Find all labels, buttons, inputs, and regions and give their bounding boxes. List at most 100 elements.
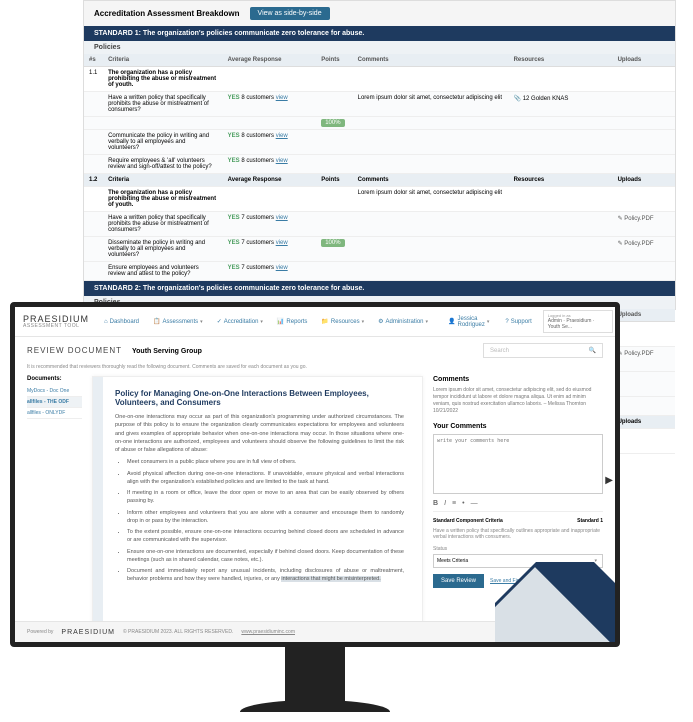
document-body: One-on-one interactions may occur as par…: [115, 413, 404, 584]
home-icon: ⌂: [104, 319, 108, 325]
nav-resources[interactable]: 📁Resources▾: [316, 315, 369, 328]
status-select[interactable]: Meets Criteria: [433, 554, 603, 568]
bullet-icon[interactable]: •: [462, 500, 464, 507]
col-response: Average Response: [223, 54, 317, 67]
folder-icon: 📁: [321, 318, 328, 325]
nav-assessments[interactable]: 📋Assessments▾: [148, 315, 208, 328]
doc-item-active[interactable]: allfiles - THE ODF: [27, 397, 82, 408]
points-badge: 100%: [321, 119, 344, 127]
document-title: Policy for Managing One-on-One Interacti…: [115, 389, 404, 407]
table-row: Disseminate the policy in writing and ve…: [84, 237, 675, 262]
main-nav: ⌂Dashboard 📋Assessments▾ ✓Accreditation▾…: [99, 315, 433, 328]
table-row: The organization has a policy prohibitin…: [84, 187, 675, 212]
doc-item[interactable]: allfiles - ONLYDF: [27, 408, 82, 419]
save-finish-later-link[interactable]: Save and Finish Later: [490, 578, 539, 584]
assessment-breakdown-window: Accreditation Assessment Breakdown View …: [83, 0, 676, 310]
chevron-down-icon: ▾: [260, 319, 263, 325]
back-header: Accreditation Assessment Breakdown View …: [84, 1, 675, 26]
app-header: PRAESIDIUM ASSESSMENT TOOL ⌂Dashboard 📋A…: [15, 307, 615, 337]
list-icon[interactable]: ≡: [452, 500, 456, 507]
criteria-header: Standard Component Criteria Standard 1: [433, 518, 603, 524]
view-link[interactable]: view: [276, 215, 288, 221]
logo: PRAESIDIUM ASSESSMENT TOOL: [23, 315, 89, 329]
comment-textarea[interactable]: [433, 434, 603, 494]
link-icon[interactable]: —: [471, 500, 478, 507]
monitor-stand: [285, 647, 345, 702]
user-menu[interactable]: 👤Jessica Rodriguez▾: [443, 313, 494, 331]
table-row: Have a written policy that specifically …: [84, 212, 675, 237]
view-link[interactable]: view: [276, 240, 288, 246]
upload-file[interactable]: ✎ Policy.PDF: [613, 237, 675, 262]
criteria-description: Have a written policy that specifically …: [433, 528, 603, 540]
col-uploads: Uploads: [613, 54, 675, 67]
col-points: Points: [316, 54, 352, 67]
edit-icon: ✎: [618, 241, 623, 247]
clipboard-icon: 📋: [153, 318, 160, 325]
footer-logo: PRAESIDIUM: [61, 629, 115, 636]
user-area: 👤Jessica Rodriguez▾ ?Support Logged in a…: [443, 310, 613, 333]
col-comments: Comments: [353, 54, 509, 67]
review-side-panel: Comments Lorem ipsum dolor sit amet, con…: [433, 376, 603, 623]
upload-file[interactable]: ✎ Policy.PDF: [613, 212, 675, 237]
search-placeholder: Search: [490, 348, 509, 354]
page-title: REVIEW DOCUMENT: [27, 346, 122, 355]
nav-reports[interactable]: 📊Reports: [272, 315, 313, 328]
chevron-down-icon: ▾: [200, 319, 203, 325]
table-row: Have a written policy that specifically …: [84, 92, 675, 117]
documents-heading: Documents:: [27, 376, 82, 382]
yes-tag: YES: [228, 215, 240, 221]
col-criteria: Criteria: [103, 54, 223, 67]
view-link[interactable]: view: [276, 265, 288, 271]
review-document-window: PRAESIDIUM ASSESSMENT TOOL ⌂Dashboard 📋A…: [10, 302, 620, 647]
upload-file[interactable]: ✎ Policy.PDF: [613, 347, 675, 372]
table-header-row: #s Criteria Average Response Points Comm…: [84, 54, 675, 67]
yes-tag: YES: [228, 133, 240, 139]
standard-1-bar: STANDARD 1: The organization's policies …: [84, 26, 675, 41]
your-comments-heading: Your Comments: [433, 423, 603, 430]
page-description: It is recommended that reviewers thoroug…: [15, 364, 615, 376]
gear-icon: ⚙: [378, 318, 383, 325]
language-selector[interactable]: 🌐 English - EN ▾: [544, 626, 603, 638]
nav-administration[interactable]: ⚙Administration▾: [373, 315, 433, 328]
help-icon: ?: [505, 319, 508, 325]
view-link[interactable]: view: [276, 95, 288, 101]
logo-subtext: ASSESSMENT TOOL: [23, 324, 89, 329]
support-link[interactable]: ?Support: [500, 316, 536, 328]
chevron-down-icon: ▾: [487, 319, 490, 325]
document-list: Documents: MyDocs - Doc One allfiles - T…: [27, 376, 82, 623]
doc-item[interactable]: MyDocs - Doc One: [27, 386, 82, 397]
col-resources: Resources: [509, 54, 613, 67]
table-row: Ensure employees and volunteers review a…: [84, 262, 675, 281]
save-review-button[interactable]: Save Review: [433, 574, 484, 588]
col-id: #s: [84, 54, 103, 67]
role-selector[interactable]: Logged in as Admin · Praesidium · Youth …: [543, 310, 613, 333]
search-input[interactable]: Search 🔍: [483, 343, 603, 358]
edit-icon: ✎: [618, 216, 623, 222]
bold-icon[interactable]: B: [433, 500, 438, 507]
nav-accreditation[interactable]: ✓Accreditation▾: [212, 315, 268, 328]
chevron-down-icon: ▾: [593, 629, 596, 635]
editor-toolbar: B I ≡ • —: [433, 496, 603, 512]
chart-icon: 📊: [277, 318, 284, 325]
check-icon: ✓: [217, 318, 222, 325]
monitor-base: [240, 700, 390, 712]
search-icon: 🔍: [589, 347, 596, 354]
yes-tag: YES: [228, 265, 240, 271]
criteria-table-1: #s Criteria Average Response Points Comm…: [84, 54, 675, 281]
comments-heading: Comments: [433, 376, 603, 383]
user-icon: 👤: [448, 318, 455, 325]
yes-tag: YES: [228, 95, 240, 101]
view-link[interactable]: view: [276, 133, 288, 139]
status-label: Status: [433, 546, 603, 552]
italic-icon[interactable]: I: [444, 500, 446, 507]
next-page-button[interactable]: ▶: [605, 475, 613, 486]
table-row: Communicate the policy in writing and ve…: [84, 130, 675, 155]
nav-dashboard[interactable]: ⌂Dashboard: [99, 315, 144, 328]
view-link[interactable]: view: [276, 158, 288, 164]
view-side-by-side-button[interactable]: View as side-by-side: [250, 7, 330, 20]
app-footer: Powered by PRAESIDIUM © PRAESIDIUM 2023.…: [15, 621, 615, 642]
footer-site-link[interactable]: www.praesidiuminc.com: [241, 629, 295, 635]
existing-comment: Lorem ipsum dolor sit amet, consectetur …: [433, 387, 603, 415]
points-badge: 100%: [321, 239, 344, 247]
highlighted-text: interactions that might be misinterprete…: [281, 576, 380, 582]
